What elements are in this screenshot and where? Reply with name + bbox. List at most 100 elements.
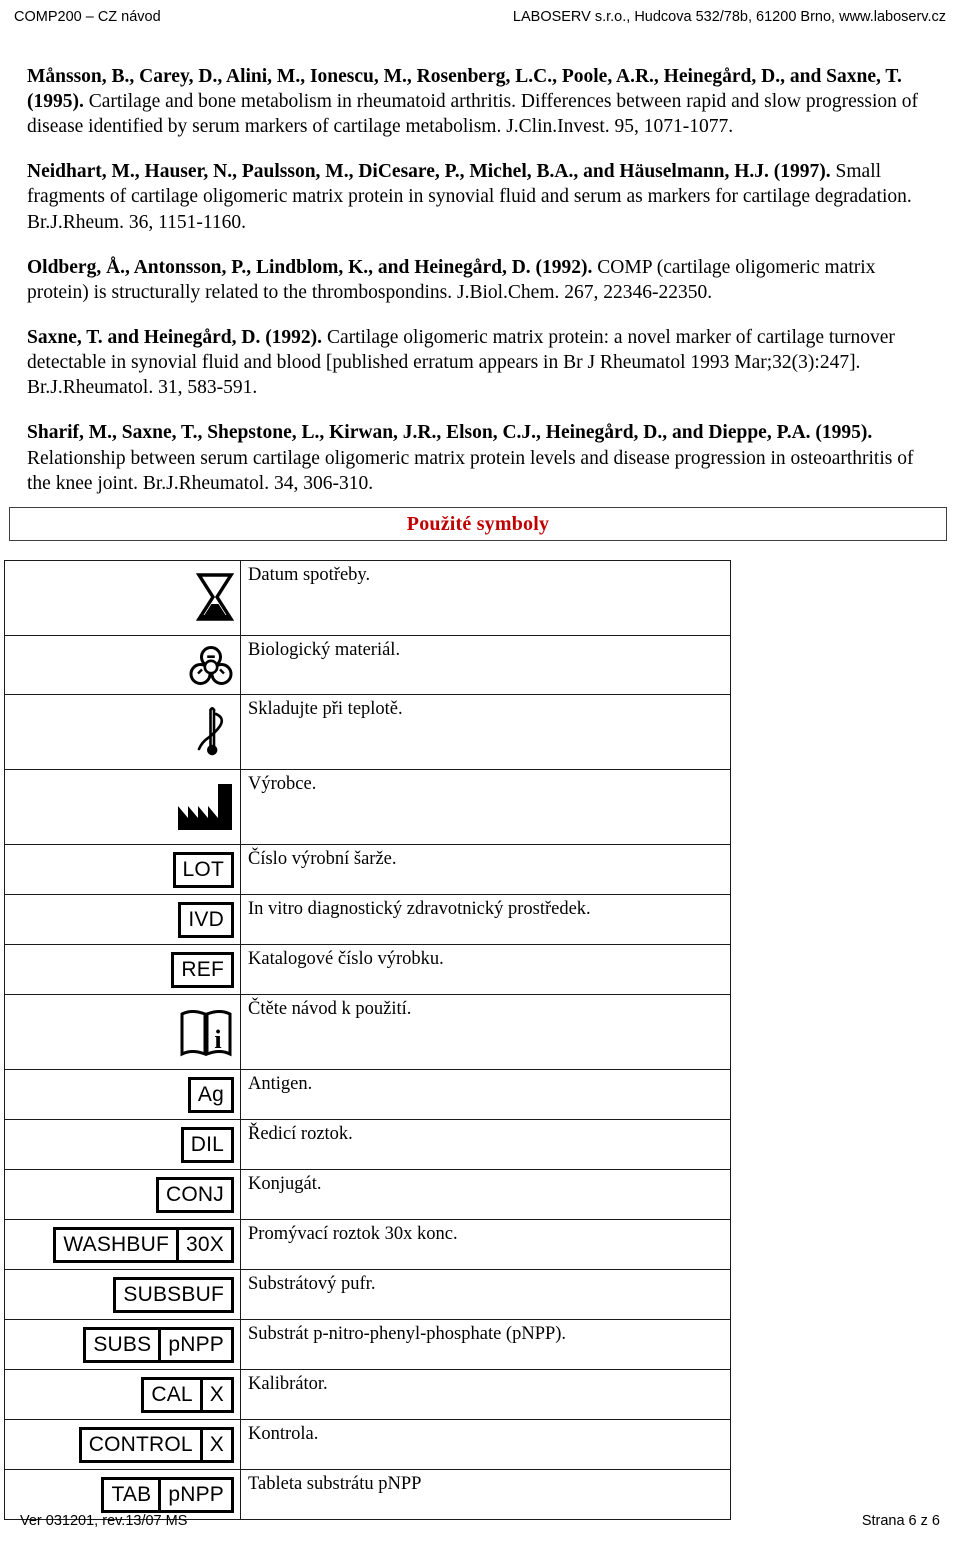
reference-entry: Oldberg, Å., Antonsson, P., Lindblom, K.… bbox=[27, 255, 933, 306]
biohazard-icon bbox=[188, 639, 234, 691]
table-row: Biologický materiál. bbox=[4, 635, 731, 695]
lot-box-icon: LOT bbox=[172, 851, 234, 888]
reference-authors: Saxne, T. and Heinegård, D. (1992). bbox=[27, 326, 323, 348]
instructions-booklet-icon: i bbox=[178, 998, 234, 1066]
symbol-description: Substrát p-nitro-phenyl-phosphate (pNPP)… bbox=[240, 1319, 731, 1370]
box-label: WASHBUF bbox=[63, 1232, 170, 1256]
washbuf-30x-box-icon: WASHBUF 30X bbox=[53, 1226, 234, 1263]
symbol-cell: SUBSBUF bbox=[4, 1269, 241, 1320]
box-label-secondary: X bbox=[199, 1429, 231, 1460]
symbol-description: Výrobce. bbox=[240, 769, 731, 845]
table-row: Skladujte při teplotě. bbox=[4, 694, 731, 770]
symbol-description: Čtěte návod k použití. bbox=[240, 994, 731, 1070]
page-footer: Ver 031201, rev.13/07 MS Strana 6 z 6 bbox=[0, 1510, 960, 1532]
ivd-box-icon: IVD bbox=[178, 901, 234, 938]
box-label-secondary: 30X bbox=[176, 1229, 231, 1260]
symbol-cell: CONJ bbox=[4, 1169, 241, 1220]
footer-version: Ver 031201, rev.13/07 MS bbox=[20, 1513, 188, 1529]
box-label: DIL bbox=[190, 1132, 224, 1156]
reference-body: Relationship between serum cartilage oli… bbox=[27, 447, 914, 494]
symbol-cell: WASHBUF 30X bbox=[4, 1219, 241, 1270]
box-label: REF bbox=[181, 957, 224, 981]
box-label-secondary: pNPP bbox=[158, 1329, 231, 1360]
symbol-cell bbox=[4, 694, 241, 770]
symbol-description: Konjugát. bbox=[240, 1169, 731, 1220]
symbol-cell: i bbox=[4, 994, 241, 1070]
symbol-cell bbox=[4, 769, 241, 845]
header-document-title: COMP200 – CZ návod bbox=[14, 9, 161, 25]
box-label: LOT bbox=[182, 857, 224, 881]
symbol-cell: REF bbox=[4, 944, 241, 995]
table-row: LOT Číslo výrobní šarže. bbox=[4, 844, 731, 895]
box-label-secondary: X bbox=[199, 1379, 231, 1410]
reference-authors: Oldberg, Å., Antonsson, P., Lindblom, K.… bbox=[27, 256, 593, 278]
svg-text:i: i bbox=[214, 1025, 221, 1054]
table-row: Ag Antigen. bbox=[4, 1069, 731, 1120]
symbol-description: Kalibrátor. bbox=[240, 1369, 731, 1420]
symbol-description: Biologický materiál. bbox=[240, 635, 731, 695]
box-label: CONJ bbox=[166, 1182, 224, 1206]
reference-entry: Månsson, B., Carey, D., Alini, M., Iones… bbox=[27, 64, 933, 140]
symbol-cell: IVD bbox=[4, 894, 241, 945]
box-label: Ag bbox=[197, 1082, 224, 1106]
conj-box-icon: CONJ bbox=[156, 1176, 234, 1213]
symbol-cell: DIL bbox=[4, 1119, 241, 1170]
symbol-cell bbox=[4, 560, 241, 636]
symbol-description: In vitro diagnostický zdravotnický prost… bbox=[240, 894, 731, 945]
symbol-description: Ředicí roztok. bbox=[240, 1119, 731, 1170]
box-label: SUBS bbox=[93, 1332, 152, 1356]
ref-box-icon: REF bbox=[171, 951, 234, 988]
symbol-cell: SUBS pNPP bbox=[4, 1319, 241, 1370]
symbol-description: Číslo výrobní šarže. bbox=[240, 844, 731, 895]
cal-x-box-icon: CAL X bbox=[141, 1376, 234, 1413]
reference-entry: Sharif, M., Saxne, T., Shepstone, L., Ki… bbox=[27, 420, 933, 496]
header-company-info: LABOSERV s.r.o., Hudcova 532/78b, 61200 … bbox=[512, 9, 946, 25]
ag-box-icon: Ag bbox=[187, 1076, 234, 1113]
table-row: SUBSBUF Substrátový pufr. bbox=[4, 1269, 731, 1320]
table-row: REF Katalogové číslo výrobku. bbox=[4, 944, 731, 995]
dil-box-icon: DIL bbox=[180, 1126, 234, 1163]
symbol-cell: Ag bbox=[4, 1069, 241, 1120]
symbol-description: Antigen. bbox=[240, 1069, 731, 1120]
symbol-cell: LOT bbox=[4, 844, 241, 895]
subsbuf-box-icon: SUBSBUF bbox=[113, 1276, 234, 1313]
box-label: CAL bbox=[151, 1382, 193, 1406]
reference-entry: Neidhart, M., Hauser, N., Paulsson, M., … bbox=[27, 159, 933, 235]
page-header: COMP200 – CZ návod LABOSERV s.r.o., Hudc… bbox=[0, 0, 960, 34]
table-row: WASHBUF 30X Promývací roztok 30x konc. bbox=[4, 1219, 731, 1270]
section-title-box: Použité symboly bbox=[9, 507, 947, 541]
symbol-description: Skladujte při teplotě. bbox=[240, 694, 731, 770]
table-row: CONJ Konjugát. bbox=[4, 1169, 731, 1220]
table-row: IVD In vitro diagnostický zdravotnický p… bbox=[4, 894, 731, 945]
table-row: i Čtěte návod k použití. bbox=[4, 994, 731, 1070]
box-label: CONTROL bbox=[88, 1432, 193, 1456]
box-label: IVD bbox=[188, 907, 224, 931]
symbol-cell: CAL X bbox=[4, 1369, 241, 1420]
symbol-cell bbox=[4, 635, 241, 695]
symbol-description: Promývací roztok 30x konc. bbox=[240, 1219, 731, 1270]
table-row: CAL X Kalibrátor. bbox=[4, 1369, 731, 1420]
table-row: SUBS pNPP Substrát p-nitro-phenyl-phosph… bbox=[4, 1319, 731, 1370]
box-label: TAB bbox=[111, 1482, 152, 1506]
reference-entry: Saxne, T. and Heinegård, D. (1992). Cart… bbox=[27, 325, 933, 401]
symbol-description: Katalogové číslo výrobku. bbox=[240, 944, 731, 995]
thermometer-icon bbox=[192, 698, 234, 766]
table-row: Datum spotřeby. bbox=[4, 560, 731, 636]
table-row: DIL Ředicí roztok. bbox=[4, 1119, 731, 1170]
symbol-description: Datum spotřeby. bbox=[240, 560, 731, 636]
subs-pnpp-box-icon: SUBS pNPP bbox=[83, 1326, 234, 1363]
factory-icon bbox=[176, 773, 234, 841]
reference-authors: Neidhart, M., Hauser, N., Paulsson, M., … bbox=[27, 161, 831, 183]
footer-page-number: Strana 6 z 6 bbox=[861, 1513, 940, 1529]
control-x-box-icon: CONTROL X bbox=[78, 1426, 234, 1463]
hourglass-icon bbox=[196, 564, 234, 632]
symbol-cell: CONTROL X bbox=[4, 1419, 241, 1470]
box-label-secondary: pNPP bbox=[158, 1479, 231, 1510]
symbols-table: Datum spotřeby. Biologický materiál. Skl… bbox=[4, 560, 731, 1520]
symbol-description: Substrátový pufr. bbox=[240, 1269, 731, 1320]
table-row: Výrobce. bbox=[4, 769, 731, 845]
references-section: Månsson, B., Carey, D., Alini, M., Iones… bbox=[27, 44, 933, 515]
reference-authors: Sharif, M., Saxne, T., Shepstone, L., Ki… bbox=[27, 422, 873, 444]
box-label: SUBSBUF bbox=[123, 1282, 224, 1306]
symbol-description: Kontrola. bbox=[240, 1419, 731, 1470]
